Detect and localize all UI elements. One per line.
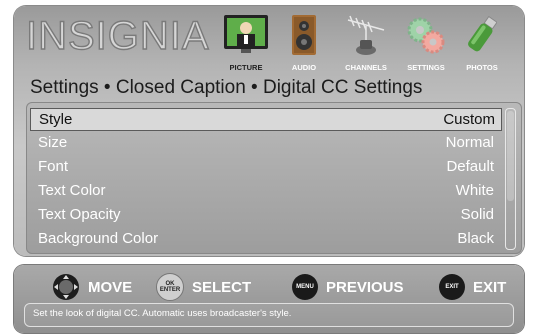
hint-select: OK ENTER SELECT [156,273,251,301]
menu-row-style[interactable]: Style Custom [30,108,502,131]
row-label: Size [38,134,68,151]
breadcrumb: Settings • Closed Caption • Digital CC S… [30,77,423,98]
hint-previous: MENU PREVIOUS [292,273,404,301]
nav-label-picture: PICTURE [229,63,263,72]
row-value: Default [446,158,494,175]
nav-item-picture[interactable]: PICTURE [214,12,278,76]
menu-row-background-color[interactable]: Background Color Black [30,227,500,250]
cc-settings-list: Style Custom Size Normal Font Default Te… [26,102,522,254]
speaker-icon [292,15,316,55]
row-value: Solid [460,206,494,223]
brand-logo: INSIGNIA [25,13,210,58]
hint-exit-label: EXIT [473,278,507,296]
usb-drive-icon [468,15,497,52]
scrollbar[interactable] [505,108,516,250]
gears-icon [407,17,445,54]
row-value: White [455,182,494,199]
hint-previous-label: PREVIOUS [326,278,404,296]
menu-button-icon: MENU [292,274,318,300]
ok-enter-icon: OK ENTER [156,273,184,301]
row-label: Text Opacity [38,206,121,223]
row-label: Background Color [38,230,159,247]
nav-label-settings: SETTINGS [407,63,445,72]
nav-item-settings[interactable]: SETTINGS [394,12,458,76]
nav-label-audio: AUDIO [291,63,317,72]
picture-icon [224,15,268,53]
row-value: Black [457,230,494,247]
nav-label-channels: CHANNELS [345,63,387,72]
nav-item-photos[interactable]: PHOTOS [450,12,514,76]
row-label: Style [39,111,73,128]
scrollbar-thumb[interactable] [507,111,514,201]
row-label: Font [38,158,69,175]
dpad-icon [53,274,79,300]
help-text: Set the look of digital CC. Automatic us… [33,308,292,319]
row-label: Text Color [38,182,106,199]
hint-move-label: MOVE [88,278,133,296]
hint-select-label: SELECT [192,278,252,296]
antenna-icon [347,15,385,55]
menu-row-size[interactable]: Size Normal [30,131,500,154]
main-nav: PICTURE AUDIO CHANNELS SETTINGS PHOTOS [214,12,514,72]
exit-button-icon: EXIT [439,274,465,300]
row-value: Custom [443,111,495,128]
nav-item-audio[interactable]: AUDIO [272,12,336,76]
menu-row-font[interactable]: Font Default [30,155,500,178]
row-value: Normal [445,134,494,151]
hint-move: MOVE [52,273,132,301]
nav-item-channels[interactable]: CHANNELS [334,12,398,76]
help-panel: MOVE OK ENTER SELECT MENU PREVIOUS EXIT … [14,265,524,333]
menu-row-text-opacity[interactable]: Text Opacity Solid [30,203,500,226]
menu-row-text-color[interactable]: Text Color White [30,179,500,202]
help-text-box: Set the look of digital CC. Automatic us… [24,303,514,327]
nav-label-photos: PHOTOS [466,63,498,72]
settings-panel: INSIGNIA PICTURE AUDIO CHANNELS SETTINGS… [14,6,524,256]
hint-exit: EXIT EXIT [439,273,506,301]
